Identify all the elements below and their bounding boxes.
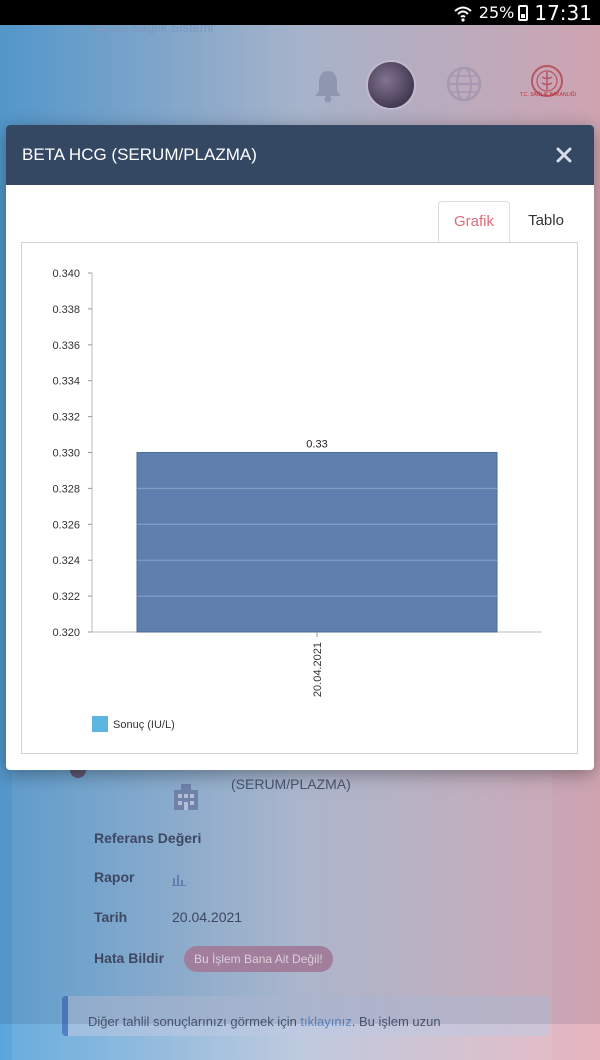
y-tick-label: 0.326 (52, 519, 80, 531)
legend-label: Sonuç (IU/L) (113, 719, 175, 731)
modal-header: BETA HCG (SERUM/PLAZMA) (6, 125, 594, 185)
y-tick-label: 0.340 (52, 268, 80, 280)
battery-percent: 25% (478, 3, 515, 22)
y-tick-label: 0.322 (52, 591, 80, 603)
bar-data-label: 0.33 (306, 439, 327, 451)
chart-modal: BETA HCG (SERUM/PLAZMA) Grafik Tablo 0.3… (6, 125, 594, 770)
y-tick-label: 0.338 (52, 304, 80, 316)
status-bar: 25% 17:31 (0, 0, 600, 25)
modal-title: BETA HCG (SERUM/PLAZMA) (22, 145, 257, 164)
y-tick-label: 0.332 (52, 412, 80, 424)
y-tick-label: 0.330 (52, 448, 80, 460)
legend-swatch (92, 716, 108, 732)
y-tick-label: 0.336 (52, 340, 80, 352)
y-tick-label: 0.320 (52, 627, 80, 639)
y-tick-label: 0.334 (52, 376, 80, 388)
tab-tablo[interactable]: Tablo (516, 201, 576, 243)
bar-chart: 0.340 0.338 0.336 0.334 0.332 0.330 0.328 0.326… (52, 268, 542, 732)
close-icon[interactable] (552, 143, 576, 167)
tab-grafik[interactable]: Grafik (438, 201, 510, 243)
chart-panel: 0.340 0.338 0.336 0.334 0.332 0.330 0.328 0.326… (21, 242, 578, 754)
y-tick-label: 0.324 (52, 555, 80, 567)
x-tick-label: 20.04.2021 (312, 642, 324, 697)
bar (136, 452, 498, 633)
battery-icon (518, 4, 529, 21)
view-tabs: Grafik Tablo (6, 201, 594, 243)
clock: 17:31 (534, 0, 592, 25)
wifi-icon (454, 6, 472, 22)
y-tick-label: 0.328 (52, 483, 80, 495)
